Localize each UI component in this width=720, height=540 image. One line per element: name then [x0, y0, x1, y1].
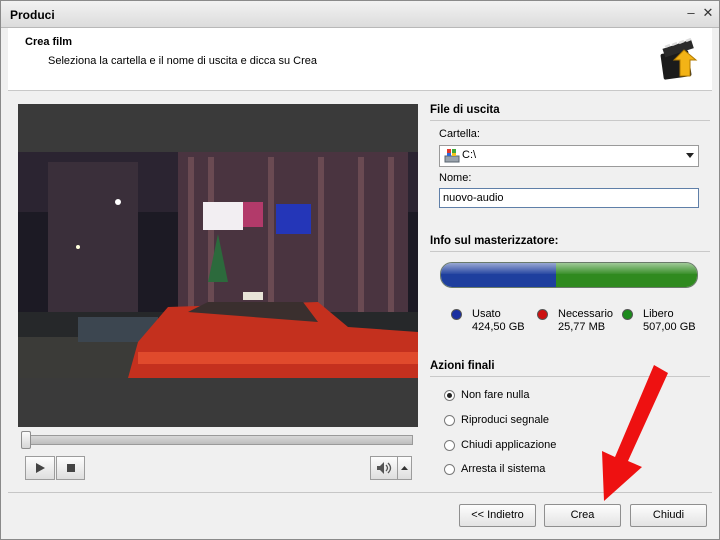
folder-select[interactable]: C:\ — [439, 145, 699, 167]
minimize-button[interactable]: – — [684, 6, 698, 20]
play-button[interactable] — [25, 456, 55, 480]
radio-label-close-app[interactable]: Chiudi applicazione — [461, 439, 556, 451]
radio-close-app[interactable] — [444, 440, 455, 451]
red-arrow-annotation — [602, 365, 668, 501]
radio-label-shutdown[interactable]: Arresta il sistema — [461, 463, 545, 475]
needed-value: 25,77 MB — [558, 321, 606, 333]
title-bar: Produci – ✕ — [1, 1, 719, 28]
free-label: Libero — [643, 308, 674, 320]
film-arrow-icon — [660, 38, 698, 80]
header-subtitle: Seleziona la cartella e il nome di uscit… — [48, 55, 318, 67]
play-icon — [36, 463, 45, 473]
radio-shutdown[interactable] — [444, 464, 455, 475]
stop-button[interactable] — [56, 456, 85, 480]
close-button[interactable]: Chiudi — [630, 504, 707, 527]
name-label: Nome: — [439, 172, 472, 184]
speaker-icon — [377, 462, 392, 474]
folder-label: Cartella: — [439, 128, 480, 140]
final-actions-title: Azioni finali — [430, 360, 495, 372]
video-preview — [18, 104, 418, 427]
radio-label-do-nothing[interactable]: Non fare nulla — [461, 389, 530, 401]
dialog-header: Crea film Seleziona la cartella e il nom… — [8, 28, 712, 91]
seek-slider[interactable] — [21, 431, 413, 449]
divider — [430, 120, 710, 121]
produci-dialog: Produci – ✕ Crea film Seleziona la carte… — [0, 0, 720, 540]
create-button[interactable]: Crea — [544, 504, 621, 527]
burner-section-title: Info sul masterizzatore: — [430, 235, 559, 247]
chevron-down-icon — [686, 153, 694, 158]
stop-icon — [67, 464, 75, 472]
output-section-title: File di uscita — [430, 104, 500, 116]
free-value: 507,00 GB — [643, 321, 696, 333]
video-frame — [18, 152, 418, 378]
arrow-up-icon — [401, 466, 408, 470]
close-window-button[interactable]: ✕ — [701, 6, 715, 20]
radio-label-play-sound[interactable]: Riproduci segnale — [461, 414, 549, 426]
drive-icon — [444, 149, 460, 163]
disk-usage-bar — [440, 262, 698, 288]
radio-play-sound[interactable] — [444, 415, 455, 426]
divider — [430, 251, 710, 252]
used-legend-icon — [451, 309, 462, 320]
volume-dropdown-button[interactable] — [397, 456, 412, 480]
volume-button[interactable] — [370, 456, 398, 480]
needed-legend-icon — [537, 309, 548, 320]
window-title: Produci — [10, 8, 55, 22]
used-value: 424,50 GB — [472, 321, 525, 333]
folder-value: C:\ — [462, 149, 477, 161]
needed-label: Necessario — [558, 308, 614, 320]
used-label: Usato — [472, 308, 501, 320]
free-legend-icon — [622, 309, 633, 320]
header-title: Crea film — [25, 36, 73, 48]
name-input[interactable] — [439, 188, 699, 208]
radio-do-nothing[interactable] — [444, 390, 455, 401]
back-button[interactable]: << Indietro — [459, 504, 536, 527]
bar-gloss — [441, 263, 697, 274]
seek-thumb[interactable] — [21, 431, 31, 449]
